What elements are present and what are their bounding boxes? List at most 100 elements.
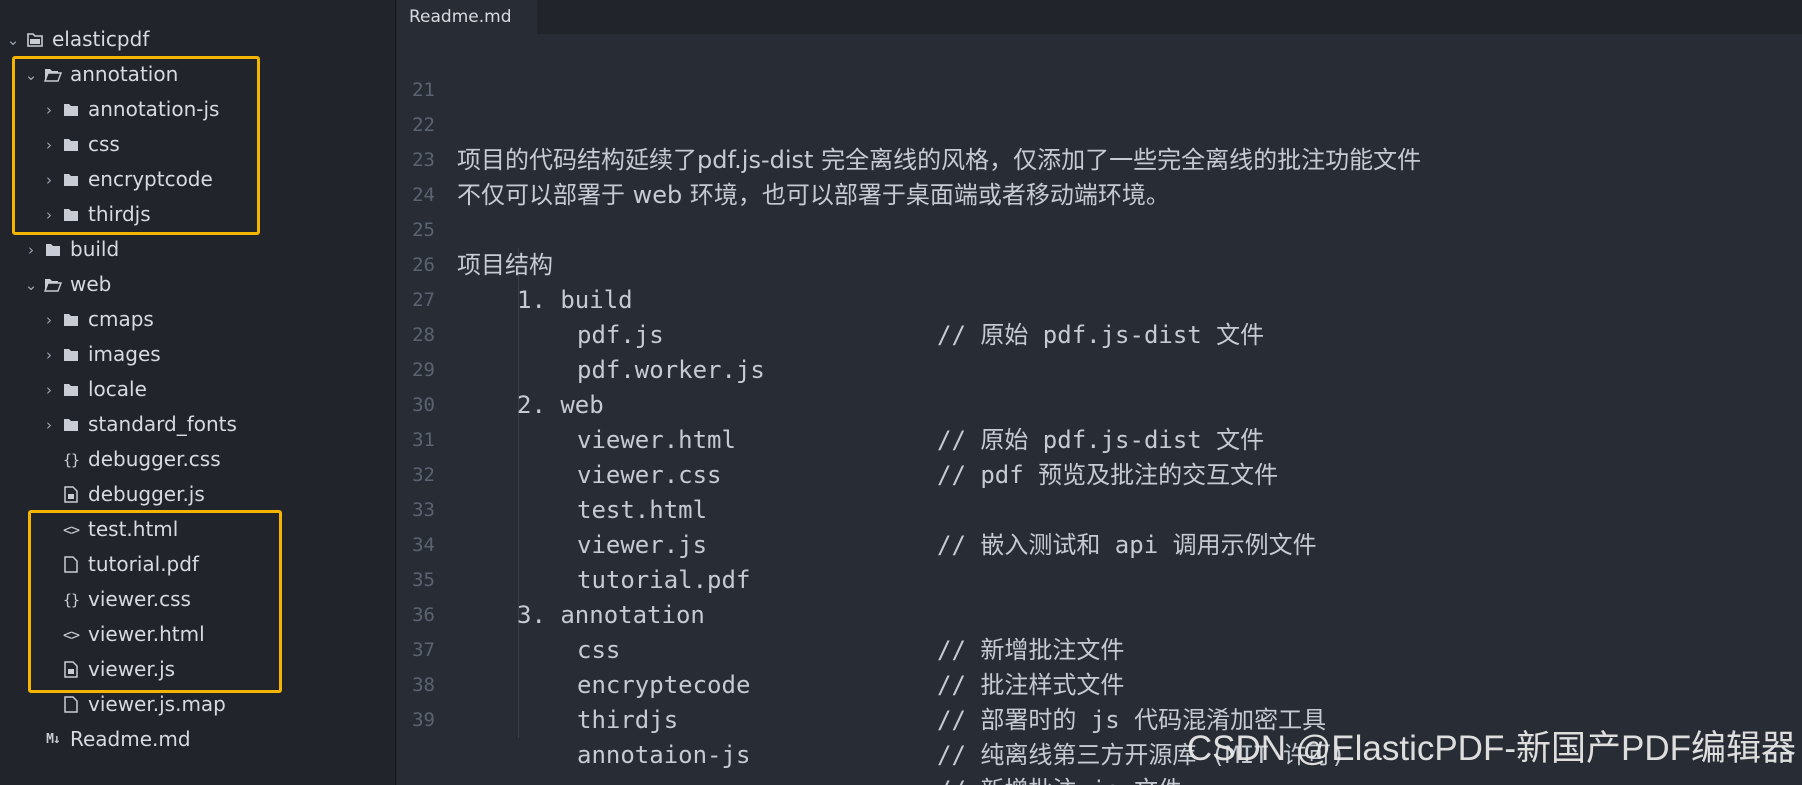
tree-item-label: build	[70, 237, 120, 261]
tree-item-debugger-css[interactable]: {} debugger.css	[0, 442, 395, 477]
tree-item-label: annotation	[70, 62, 179, 86]
folder-icon	[62, 346, 80, 364]
folder-open-icon	[44, 276, 62, 294]
tree-item-label: css	[88, 132, 120, 156]
tree-item-label: images	[88, 342, 161, 366]
folder-icon	[62, 171, 80, 189]
tree-item-label: debugger.css	[88, 447, 221, 471]
tree-item-label: Readme.md	[70, 727, 191, 751]
tree-item-test-html[interactable]: <> test.html	[0, 512, 395, 547]
chevron-right-icon[interactable]: ›	[42, 136, 56, 154]
tree-item-encryptcode[interactable]: › encryptcode	[0, 162, 395, 197]
code-line: 32 test.html // 嵌入测试和 api 调用示例文件	[397, 423, 1802, 559]
chevron-right-icon[interactable]: ›	[42, 206, 56, 224]
tree-item-viewer-js[interactable]: viewer.js	[0, 652, 395, 687]
tree-item-viewer-css[interactable]: {} viewer.css	[0, 582, 395, 617]
tree-item-readme-md[interactable]: M↓ Readme.md	[0, 722, 395, 757]
code-line: 25 项目结构	[397, 178, 1802, 279]
code-line: 24	[397, 143, 1802, 206]
code-line: 22 项目的代码结构延续了pdf.js-dist 完全离线的风格，仅添加了一些完…	[397, 73, 1802, 174]
code-line: 38 thirdjs // 纯离线第三方开源库 (MIT 许可)	[397, 633, 1802, 769]
tree-item-debugger-js[interactable]: debugger.js	[0, 477, 395, 512]
code-line: 34 tutorial.pdf	[397, 493, 1802, 594]
line-number: 39	[412, 709, 435, 731]
line-text: thirdjs	[577, 706, 679, 734]
tree-item-elasticpdf[interactable]: ⌄ elasticpdf	[0, 22, 395, 57]
tree-item-web[interactable]: ⌄ web	[0, 267, 395, 302]
folder-open-icon	[44, 66, 62, 84]
chevron-right-icon[interactable]: ›	[42, 381, 56, 399]
tree-item-label: web	[70, 272, 112, 296]
folder-icon	[62, 311, 80, 329]
code-line: 26 1. build // 原始 pdf.js-dist 文件	[397, 213, 1802, 349]
chevron-right-icon[interactable]: ›	[42, 171, 56, 189]
watermark: CSDN @ElasticPDF-新国产PDF编辑器	[1186, 729, 1796, 768]
tree-item-locale[interactable]: › locale	[0, 372, 395, 407]
tree-item-label: cmaps	[88, 307, 154, 331]
chevron-right-icon[interactable]: ›	[24, 241, 38, 259]
code-line: 29 2. web // 原始 pdf.js-dist 文件	[397, 318, 1802, 454]
code-icon: <>	[62, 520, 80, 539]
code-line: 21	[397, 38, 1802, 101]
tree-item-viewer-js-map[interactable]: viewer.js.map	[0, 687, 395, 722]
chevron-right-icon[interactable]: ›	[42, 416, 56, 434]
folder-icon	[62, 136, 80, 154]
folder-icon	[62, 206, 80, 224]
chevron-down-icon[interactable]: ⌄	[6, 31, 20, 49]
folder-icon	[62, 381, 80, 399]
editor-pane: Readme.md 21 22 项目的代码结构延续了pdf.js-dist 完全…	[397, 0, 1802, 785]
chevron-right-icon[interactable]: ›	[42, 346, 56, 364]
tree-item-label: annotation-js	[88, 97, 220, 121]
code-line: 39 annotaion-js // 新增批注 js 文件	[397, 668, 1802, 785]
tree-item-cmaps[interactable]: › cmaps	[0, 302, 395, 337]
tree-item-label: viewer.js.map	[88, 692, 226, 716]
app-window: ⌄ elasticpdf ⌄ annotation › annotation-j…	[0, 0, 1802, 785]
chevron-down-icon[interactable]: ⌄	[24, 276, 38, 294]
tree-item-tutorial-pdf[interactable]: tutorial.pdf	[0, 547, 395, 582]
folder-icon	[62, 101, 80, 119]
tab-readme-md[interactable]: Readme.md	[397, 0, 537, 34]
code-line: 28 pdf.worker.js	[397, 283, 1802, 384]
code-line: 30 viewer.html // pdf 预览及批注的交互文件	[397, 353, 1802, 489]
folder-icon	[44, 241, 62, 259]
code-line: 23 不仅可以部署于 web 环境，也可以部署于桌面端或者移动端环境。	[397, 108, 1802, 209]
tree-item-viewer-html[interactable]: <> viewer.html	[0, 617, 395, 652]
folder-closed-icon	[26, 31, 44, 49]
tab-bar: Readme.md	[397, 0, 1802, 34]
tree-item-annotation-js[interactable]: › annotation-js	[0, 92, 395, 127]
line-text: annotaion-js	[577, 741, 751, 769]
tree-item-annotation[interactable]: ⌄ annotation	[0, 57, 395, 92]
folder-icon	[62, 416, 80, 434]
tree-item-css[interactable]: › css	[0, 127, 395, 162]
js-file-icon	[62, 486, 80, 504]
chevron-down-icon[interactable]: ⌄	[24, 66, 38, 84]
tree-item-label: viewer.html	[88, 622, 205, 646]
tree-item-label: thirdjs	[88, 202, 151, 226]
braces-icon: {}	[62, 450, 80, 469]
tree-item-label: debugger.js	[88, 482, 205, 506]
code-area[interactable]: 21 22 项目的代码结构延续了pdf.js-dist 完全离线的风格，仅添加了…	[397, 38, 1802, 785]
tree-item-build[interactable]: › build	[0, 232, 395, 267]
code-line: 27 pdf.js	[397, 248, 1802, 349]
file-icon	[62, 556, 80, 574]
tree-item-label: viewer.js	[88, 657, 176, 681]
file-tree-sidebar: ⌄ elasticpdf ⌄ annotation › annotation-j…	[0, 0, 396, 785]
code-line: 36 css // 批注样式文件	[397, 563, 1802, 699]
chevron-right-icon[interactable]: ›	[42, 101, 56, 119]
tree-item-label: test.html	[88, 517, 179, 541]
tree-item-thirdjs[interactable]: › thirdjs	[0, 197, 395, 232]
tree-item-standard-fonts[interactable]: › standard_fonts	[0, 407, 395, 442]
markdown-icon: M↓	[46, 732, 61, 747]
code-line: 31 viewer.css	[397, 388, 1802, 489]
tree-item-images[interactable]: › images	[0, 337, 395, 372]
tree-item-label: tutorial.pdf	[88, 552, 199, 576]
code-line: 37 encryptecode // 部署时的 js 代码混淆加密工具	[397, 598, 1802, 734]
chevron-right-icon[interactable]: ›	[42, 311, 56, 329]
js-file-icon	[62, 661, 80, 679]
braces-icon: {}	[62, 590, 80, 609]
code-line: 35 3. annotation // 新增批注文件	[397, 528, 1802, 664]
tree-item-label: elasticpdf	[52, 27, 150, 51]
line-comment: // 新增批注 js 文件	[937, 773, 1182, 785]
tree-item-label: encryptcode	[88, 167, 213, 191]
code-icon: <>	[62, 625, 80, 644]
